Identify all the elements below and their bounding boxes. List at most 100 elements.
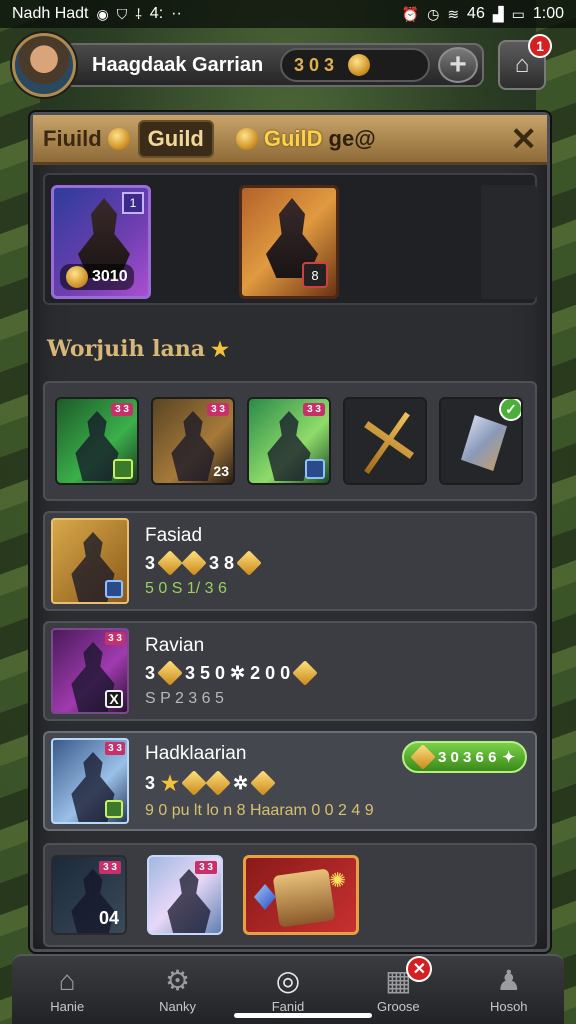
unit-class-icon	[305, 459, 325, 479]
member-class-icon	[105, 580, 123, 598]
member-row[interactable]: Fasiad 3 3 8 5 0 S 1/ 3 6	[43, 511, 537, 611]
check-icon: ✓	[499, 399, 521, 421]
member-row[interactable]: 3 3 Hadklaarian 3 ★ ✲ 9 0 pu lt lo n 8 H…	[43, 731, 537, 831]
gem-icon	[157, 660, 183, 686]
unit-card[interactable]: 3 3 23	[151, 397, 235, 485]
nav-ranking[interactable]: ⚙ Nanky	[130, 965, 226, 1015]
member-tag: 3 3	[105, 742, 125, 755]
section-title-label: Worjuih lana	[47, 336, 206, 362]
coin-icon	[107, 127, 130, 150]
mailbox-icon: ⌂	[514, 51, 530, 78]
gem-icon	[250, 770, 276, 796]
tab-field-label: Fiuild	[43, 125, 102, 151]
gem-icon	[205, 770, 231, 796]
member-stats: 3 3 8	[145, 550, 262, 576]
record-icon: ◉	[96, 5, 109, 22]
unit-card[interactable]: 3 3	[247, 397, 331, 485]
gold-value: 3 0 3	[294, 54, 335, 75]
member-name: Fasiad	[145, 524, 203, 546]
reward-hero-card[interactable]: 3 3 04	[51, 855, 127, 935]
tab-field[interactable]: Fiuild	[43, 126, 130, 152]
unit-level: 23	[213, 463, 229, 479]
guild-emblem-icon	[235, 127, 258, 150]
panel-header: Fiuild Guild GuilD ge@ ✕	[33, 115, 547, 165]
armor-item-card[interactable]: ✓	[439, 397, 523, 485]
reward-strip: 3 3 04 3 3 ✺	[43, 843, 537, 947]
unit-tag: 3 3	[111, 403, 133, 416]
unit-card[interactable]: 3 3	[55, 397, 139, 485]
member-name: Hadklaarian	[145, 742, 247, 764]
tab-guild[interactable]: Guild	[137, 119, 214, 158]
shield-crystal-icon	[461, 415, 507, 471]
signal-text: 46	[467, 5, 485, 22]
nav-label: Groose	[377, 999, 420, 1014]
ring-icon: ◎	[275, 965, 301, 996]
section-title: Worjuih lana ★	[47, 333, 547, 365]
member-stat-value: 3	[145, 662, 156, 683]
hero-rank-badge: 1	[122, 192, 144, 214]
member-subtext: S P 2 3 6 5	[145, 689, 224, 707]
status-time: 1:00	[532, 5, 564, 22]
nav-label: Fanid	[271, 999, 305, 1014]
featured-heroes: 1 3010 8	[43, 173, 537, 305]
hero-badge: 8	[302, 262, 328, 288]
member-name: Ravian	[145, 634, 205, 656]
member-stat-extra: 3 8	[209, 552, 235, 573]
close-icon[interactable]: ✕	[510, 120, 537, 158]
sparkle-icon: ✲	[232, 772, 249, 793]
home-icon: ⌂	[58, 965, 76, 996]
hero-figure	[167, 869, 211, 933]
player-avatar[interactable]	[12, 33, 76, 97]
gear-icon: ⚙	[165, 965, 191, 996]
hero-power: 3010	[60, 264, 134, 290]
unit-tag: 3 3	[303, 403, 325, 416]
wifi-icon: ≋	[447, 5, 460, 22]
person-icon: ♟	[496, 965, 522, 996]
star-icon: ★	[211, 337, 229, 361]
reward-hero-card[interactable]: 3 3	[147, 855, 223, 935]
shield-icon: ⛉	[116, 5, 128, 22]
guild-panel: Fiuild Guild GuilD ge@ ✕ 1 3010 8 Worjui…	[30, 112, 550, 952]
gem-icon	[410, 744, 436, 770]
guild-title-suffix: ge@	[328, 125, 376, 151]
nav-label: Hosoh	[489, 999, 528, 1014]
member-stat-extra: 3 5 0 ✲ 2 0 0	[185, 662, 291, 683]
nav-find[interactable]: ◎ Fanid	[240, 965, 336, 1015]
weapon-item-card[interactable]	[343, 397, 427, 485]
member-stat-value: 3	[145, 772, 156, 793]
nav-profile[interactable]: ♟ Hosoh	[461, 965, 557, 1015]
reward-button[interactable]: 3 0 3 6 6 ✦	[402, 741, 527, 773]
treasure-chest-card[interactable]: ✺	[243, 855, 359, 935]
dots-icon: ··	[171, 5, 182, 22]
player-name: Haagdaak Garrian	[92, 53, 264, 76]
mail-notification-badge: 1	[528, 34, 552, 58]
member-tag: 3 3	[105, 632, 125, 645]
close-badge-icon: ✕	[406, 956, 433, 982]
nav-label: Nanky	[159, 999, 196, 1014]
player-header: Haagdaak Garrian 3 0 3 + ⌂ 1	[12, 32, 564, 98]
unit-roster: 3 3 3 3 23 3 3 ✓	[43, 381, 537, 501]
featured-hero-card[interactable]: 1 3010	[51, 185, 151, 299]
gem-icon	[292, 660, 318, 686]
gold-coin-icon	[348, 54, 370, 76]
antenna-icon: ⸸	[135, 5, 142, 22]
unit-tag: 3 3	[207, 403, 229, 416]
member-stats: 3 3 5 0 ✲ 2 0 0	[145, 660, 318, 686]
home-indicator[interactable]	[234, 1013, 372, 1018]
add-gold-button[interactable]: +	[438, 47, 478, 83]
featured-hero-card[interactable]: 8	[239, 185, 339, 299]
member-stat-value: 3	[145, 552, 156, 573]
blue-gem-icon	[254, 884, 276, 910]
card-tag: 3 3	[99, 861, 121, 874]
guild-title-label: GuilD	[263, 125, 323, 151]
gem-icon	[181, 550, 207, 576]
status-left-number: 4:	[149, 5, 164, 22]
mailbox-button[interactable]: ⌂ 1	[498, 34, 552, 90]
unit-figure	[171, 411, 215, 481]
member-subtext: 9 0 pu lt lo n 8 Haaram 0 0 2 4 9	[145, 801, 374, 819]
nav-groups[interactable]: ▦ Groose ✕	[350, 956, 446, 1014]
reward-value: 3 0 3 6 6	[438, 748, 497, 766]
player-name-bar: Haagdaak Garrian 3 0 3 +	[64, 43, 484, 87]
member-row[interactable]: 3 3 X Ravian 3 3 5 0 ✲ 2 0 0 S P 2 3 6 5	[43, 621, 537, 721]
nav-home[interactable]: ⌂ Hanie	[19, 965, 115, 1015]
